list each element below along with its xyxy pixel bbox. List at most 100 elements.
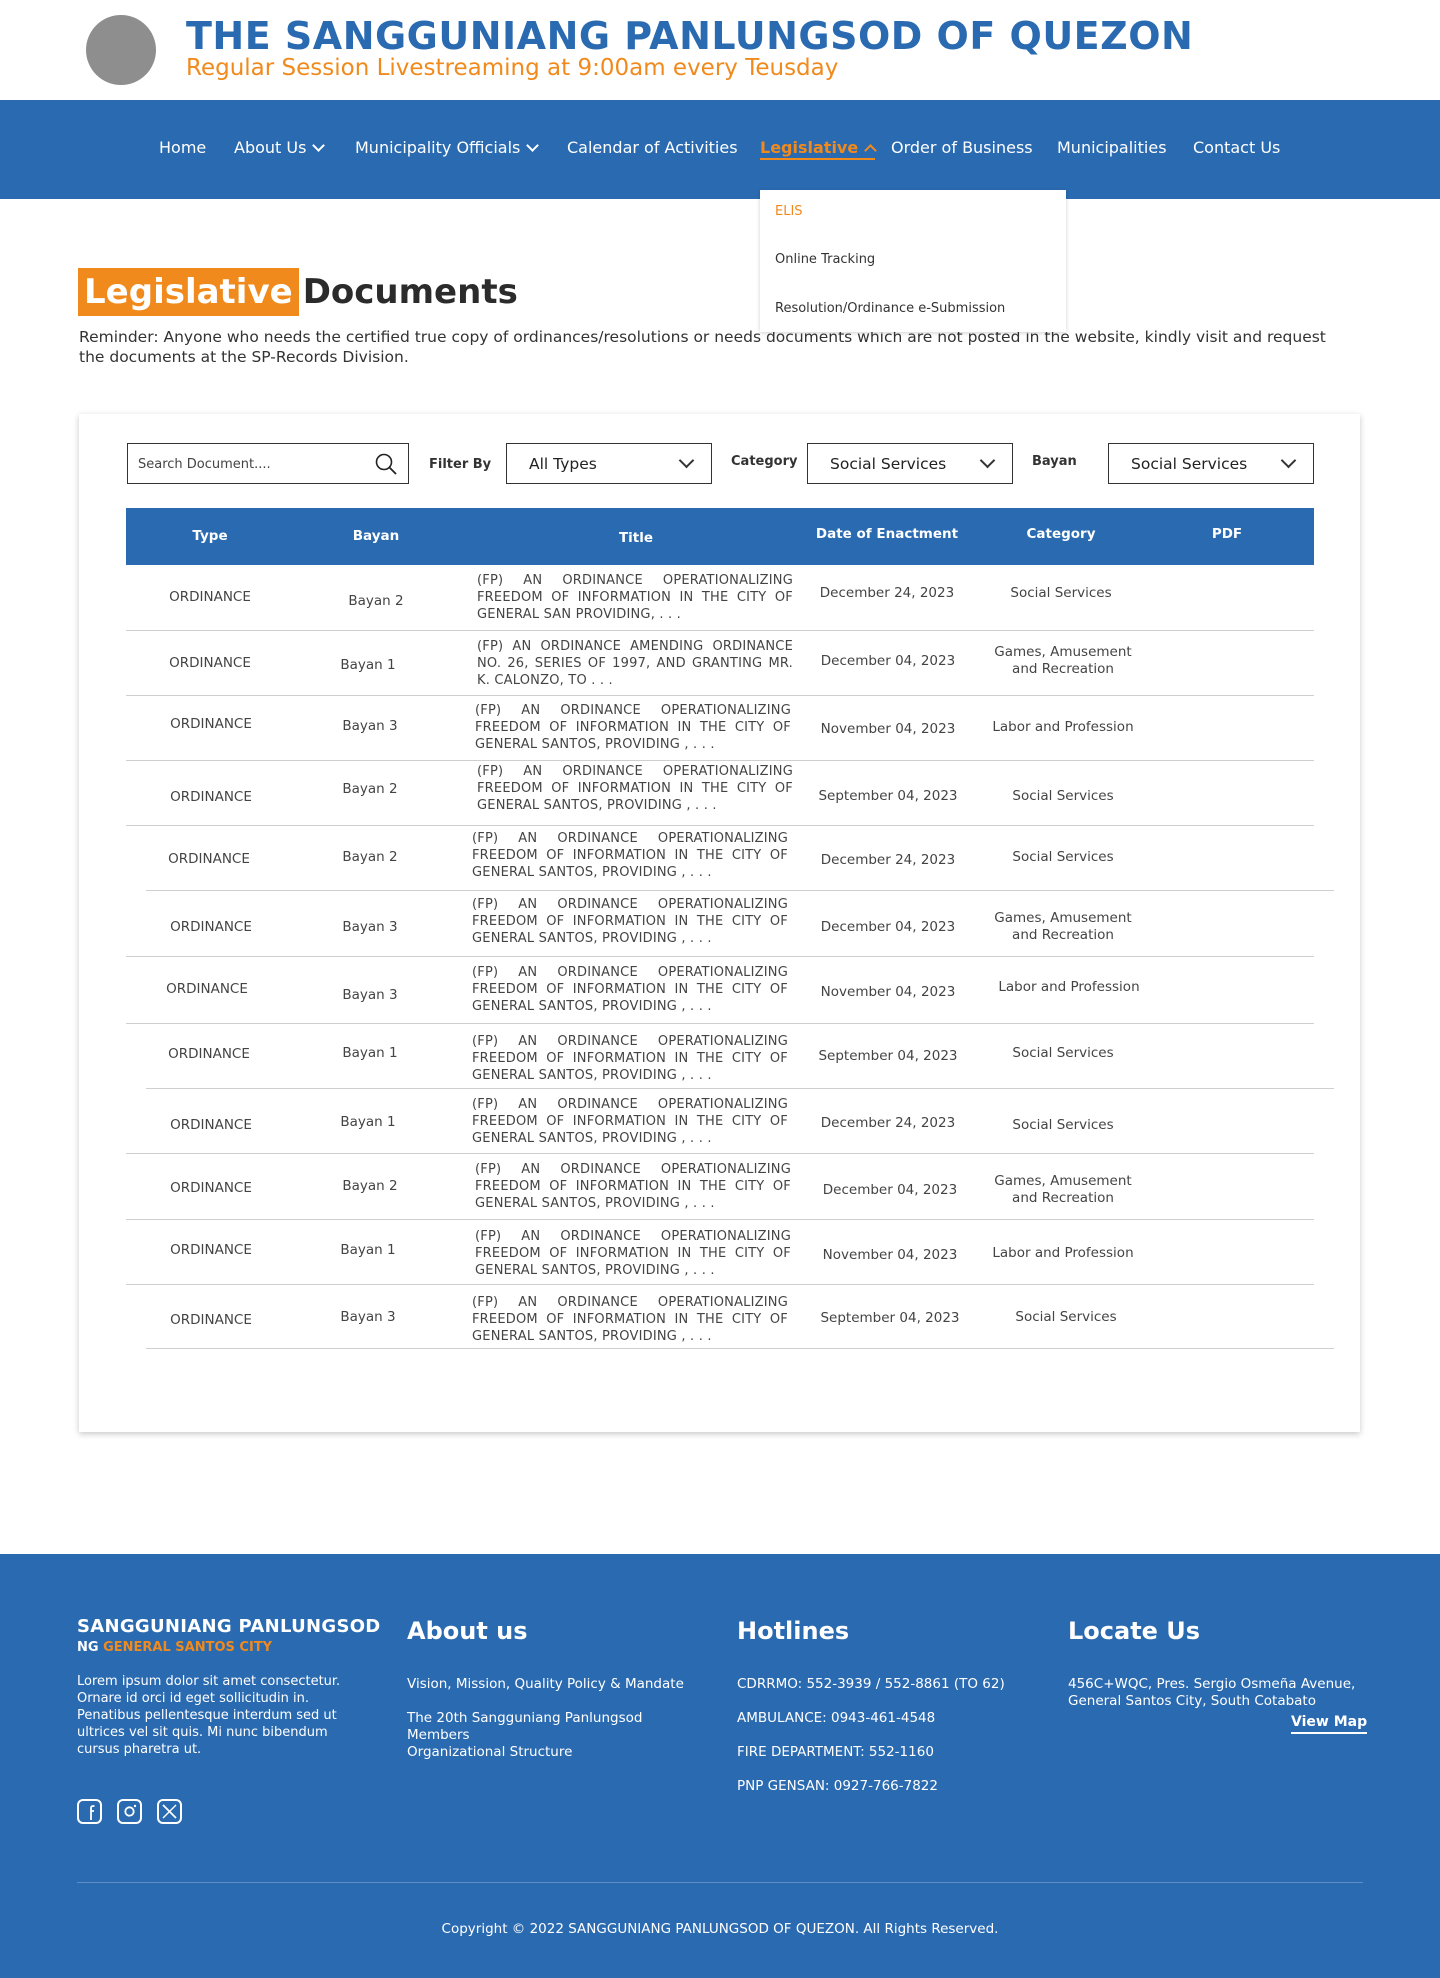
hotline-pnp[interactable]: PNP GENSAN: 0927-766-7822	[737, 1778, 938, 1795]
cell-date: September 04, 2023	[818, 788, 958, 804]
chevron-up-icon	[864, 143, 878, 157]
cell-type: ORDINANCE	[170, 716, 252, 732]
search-icon[interactable]	[374, 452, 398, 476]
column-header-pdf[interactable]: PDF	[1177, 506, 1277, 563]
page-title: Legislative Documents	[78, 268, 518, 316]
column-header-bayan[interactable]: Bayan	[326, 508, 426, 565]
table-row[interactable]: ORDINANCE Bayan 3 (FP) AN ORDINANCE OPER…	[126, 957, 1314, 1024]
cell-title[interactable]: (FP) AN ORDINANCE OPERATIONALIZING FREED…	[477, 763, 793, 814]
page-title-rest: Documents	[302, 272, 518, 312]
page-title-highlight: Legislative	[78, 268, 299, 316]
table-row[interactable]: ORDINANCE Bayan 1 (FP) AN ORDINANCE OPER…	[146, 1024, 1334, 1089]
cell-category: Social Services	[1015, 1309, 1117, 1325]
chevron-down-icon	[1280, 452, 1297, 469]
bayan-label: Bayan	[1032, 454, 1077, 469]
filter-type-select[interactable]: All Types	[506, 443, 712, 484]
cell-title[interactable]: (FP) AN ORDINANCE OPERATIONALIZING FREED…	[475, 1161, 791, 1212]
cell-bayan: Bayan 2	[342, 849, 398, 865]
table-row[interactable]: ORDINANCE Bayan 1 (FP) AN ORDINANCE AMEN…	[126, 631, 1314, 696]
cell-title[interactable]: (FP) AN ORDINANCE AMENDING ORDINANCE NO.…	[477, 638, 793, 689]
cell-bayan: Bayan 2	[342, 1178, 398, 1194]
nav-legislative[interactable]: Legislative	[760, 138, 878, 160]
table-row[interactable]: ORDINANCE Bayan 2 (FP) AN ORDINANCE OPER…	[146, 826, 1334, 891]
search-input[interactable]	[138, 453, 358, 475]
category-select[interactable]: Social Services	[807, 443, 1013, 484]
column-header-type[interactable]: Type	[160, 508, 260, 565]
cell-bayan: Bayan 1	[342, 1045, 398, 1061]
nav-about-us[interactable]: About Us	[234, 138, 326, 157]
table-row[interactable]: ORDINANCE Bayan 2 (FP) AN ORDINANCE OPER…	[126, 1154, 1314, 1220]
cell-date: December 24, 2023	[819, 585, 955, 601]
cell-title[interactable]: (FP) AN ORDINANCE OPERATIONALIZING FREED…	[472, 830, 788, 881]
footer-address: 456C+WQC, Pres. Sergio Osmeña Avenue, Ge…	[1068, 1676, 1356, 1709]
nav-home[interactable]: Home	[159, 138, 206, 157]
cell-date: December 04, 2023	[820, 653, 956, 669]
cell-title[interactable]: (FP) AN ORDINANCE OPERATIONALIZING FREED…	[475, 702, 791, 753]
cell-date: December 24, 2023	[820, 1115, 956, 1131]
nav-municipalities[interactable]: Municipalities	[1057, 138, 1167, 157]
table-row[interactable]: ORDINANCE Bayan 2 (FP) AN ORDINANCE OPER…	[126, 761, 1314, 826]
cell-type: ORDINANCE	[170, 1242, 252, 1258]
cell-date: December 04, 2023	[822, 1182, 958, 1198]
dropdown-item-online-tracking[interactable]: Online Tracking	[775, 252, 875, 267]
cell-date: December 24, 2023	[820, 852, 956, 868]
cell-title[interactable]: (FP) AN ORDINANCE OPERATIONALIZING FREED…	[477, 572, 793, 623]
table-row[interactable]: ORDINANCE Bayan 1 (FP) AN ORDINANCE OPER…	[126, 1220, 1314, 1285]
nav-contact-us[interactable]: Contact Us	[1193, 138, 1280, 157]
cell-category: Games, Amusement and Recreation	[994, 644, 1132, 677]
column-header-category[interactable]: Category	[1011, 506, 1111, 563]
footer-brand-ng: NG	[77, 1640, 99, 1655]
cell-date: September 04, 2023	[820, 1310, 960, 1326]
site-logo[interactable]	[86, 15, 156, 85]
hotline-ambulance[interactable]: AMBULANCE: 0943-461-4548	[737, 1710, 935, 1727]
nav-label: Home	[159, 138, 207, 157]
nav-label: Municipalities	[1057, 138, 1167, 157]
cell-bayan: Bayan 3	[342, 718, 398, 734]
cell-title[interactable]: (FP) AN ORDINANCE OPERATIONALIZING FREED…	[472, 1096, 788, 1147]
footer-brand-city: NG GENERAL SANTOS CITY	[77, 1640, 272, 1655]
facebook-icon[interactable]	[77, 1799, 102, 1824]
cell-date: November 04, 2023	[822, 1247, 958, 1263]
cell-title[interactable]: (FP) AN ORDINANCE OPERATIONALIZING FREED…	[472, 1033, 788, 1084]
nav-label: Contact Us	[1193, 138, 1281, 157]
cell-date: September 04, 2023	[818, 1048, 958, 1064]
x-icon[interactable]	[157, 1799, 182, 1824]
dropdown-item-e-submission[interactable]: Resolution/Ordinance e-Submission	[775, 301, 1005, 316]
cell-title[interactable]: (FP) AN ORDINANCE OPERATIONALIZING FREED…	[472, 964, 788, 1015]
bayan-select[interactable]: Social Services	[1108, 443, 1314, 484]
nav-label: Municipality Officials	[355, 138, 521, 157]
cell-title[interactable]: (FP) AN ORDINANCE OPERATIONALIZING FREED…	[472, 896, 788, 947]
hotline-fire-department[interactable]: FIRE DEPARTMENT: 552-1160	[737, 1744, 934, 1761]
cell-type: ORDINANCE	[166, 981, 248, 997]
nav-municipality-officials[interactable]: Municipality Officials	[355, 138, 540, 157]
cell-category: Social Services	[1012, 1117, 1114, 1133]
column-header-title[interactable]: Title	[586, 510, 686, 567]
cell-title[interactable]: (FP) AN ORDINANCE OPERATIONALIZING FREED…	[472, 1294, 788, 1345]
nav-calendar[interactable]: Calendar of Activities	[567, 138, 738, 157]
view-map-link[interactable]: View Map	[1291, 1714, 1368, 1734]
cell-bayan: Bayan 2	[348, 593, 404, 609]
table-row[interactable]: ORDINANCE Bayan 3 (FP) AN ORDINANCE OPER…	[126, 891, 1314, 957]
footer-link-vision-mission[interactable]: Vision, Mission, Quality Policy & Mandat…	[407, 1676, 684, 1693]
hotline-cdrrmo[interactable]: CDRRMO: 552-3939 / 552-8861 (TO 62)	[737, 1676, 1005, 1693]
column-header-date[interactable]: Date of Enactment	[807, 506, 967, 563]
footer-link-members[interactable]: The 20th Sangguniang Panlungsod Members	[407, 1710, 657, 1744]
footer-link-org-structure[interactable]: Organizational Structure	[407, 1744, 572, 1761]
site-subtitle: Regular Session Livestreaming at 9:00am …	[186, 55, 839, 81]
nav-label: Legislative	[760, 138, 859, 157]
table-row[interactable]: ORDINANCE Bayan 1 (FP) AN ORDINANCE OPER…	[126, 1089, 1314, 1154]
cell-title[interactable]: (FP) AN ORDINANCE OPERATIONALIZING FREED…	[475, 1228, 791, 1279]
instagram-icon[interactable]	[117, 1799, 142, 1824]
table-row[interactable]: ORDINANCE Bayan 2 (FP) AN ORDINANCE OPER…	[126, 565, 1314, 631]
chevron-down-icon	[678, 452, 695, 469]
table-row[interactable]: ORDINANCE Bayan 3 (FP) AN ORDINANCE OPER…	[126, 696, 1314, 761]
nav-label: About Us	[234, 138, 307, 157]
main-nav: Home About Us Municipality Officials Cal…	[0, 100, 1440, 199]
table-row[interactable]: ORDINANCE Bayan 3 (FP) AN ORDINANCE OPER…	[146, 1285, 1334, 1349]
dropdown-item-elis[interactable]: ELIS	[775, 204, 803, 219]
nav-label: Order of Business	[891, 138, 1033, 157]
cell-type: ORDINANCE	[168, 1046, 250, 1062]
nav-order-of-business[interactable]: Order of Business	[891, 138, 1033, 157]
chevron-down-icon	[312, 138, 326, 152]
cell-category: Labor and Profession	[992, 1245, 1134, 1261]
